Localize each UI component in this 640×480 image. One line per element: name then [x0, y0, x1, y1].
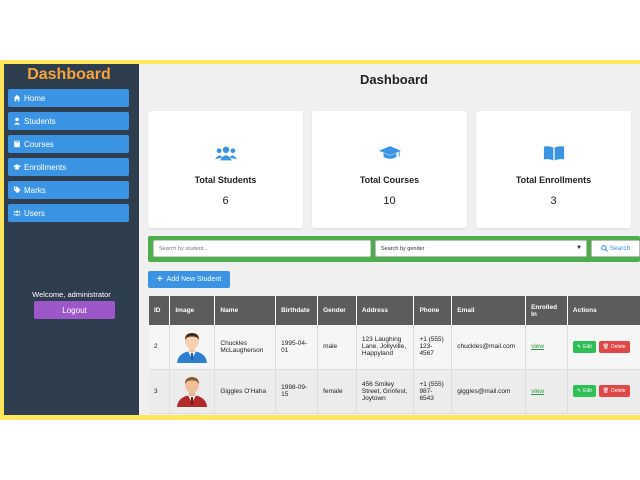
cell-image: [169, 325, 216, 370]
card-value: 10: [383, 195, 396, 207]
sidebar: Dashboard Home Students Courses Enrollme…: [4, 64, 139, 415]
sidebar-item-label: Courses: [24, 139, 54, 149]
edit-button[interactable]: ✎ Edit: [572, 340, 596, 353]
cell-birthdate: 1995-04-01: [275, 325, 319, 370]
search-button[interactable]: Search: [591, 240, 640, 257]
tag-icon: [13, 186, 21, 194]
cell-image: [169, 369, 216, 414]
search-input[interactable]: Search by student...: [153, 240, 371, 257]
gender-select-value: Search by gender: [381, 245, 425, 252]
delete-button[interactable]: 🗑 Delete: [598, 340, 630, 353]
delete-label: Delete: [611, 343, 626, 350]
column-header[interactable]: Name: [214, 296, 277, 325]
welcome-text: Welcome, administrator: [32, 290, 111, 299]
cell-address: 123 Laughing Lane, Jollyville, Happyland: [356, 325, 415, 370]
cell-email: chuckles@mail.com: [451, 325, 527, 370]
card-label: Total Enrollments: [515, 175, 592, 185]
sidebar-item-label: Students: [24, 116, 56, 126]
view-enrollments-link[interactable]: view: [531, 388, 544, 395]
sidebar-item-label: Home: [24, 93, 46, 103]
cell-enrolled: view: [525, 369, 568, 414]
search-icon: [600, 245, 608, 252]
search-button-label: Search: [609, 245, 631, 252]
edit-label: Edit: [583, 388, 592, 394]
user-icon: [13, 117, 21, 125]
gender-select[interactable]: Search by gender ▼: [375, 240, 587, 257]
sidebar-item-courses[interactable]: Courses: [8, 135, 129, 153]
cell-address: 456 Smiley Street, Grinfest, Joytown: [356, 369, 415, 414]
cell-phone: +1 (555) 987-6543: [413, 369, 453, 414]
sidebar-item-enrollments[interactable]: Enrollments: [8, 158, 129, 176]
cell-name: Chuckles McLaugherson: [214, 325, 277, 370]
add-student-label: Add New Student: [166, 276, 222, 283]
sidebar-item-users[interactable]: Users: [8, 204, 129, 222]
male-avatar-blue-suit-icon: [177, 332, 208, 363]
column-header[interactable]: Birthdate: [275, 296, 319, 325]
page-title: Dashboard: [360, 72, 428, 87]
sidebar-item-students[interactable]: Students: [8, 112, 129, 130]
open-book-icon: [543, 146, 564, 161]
column-header[interactable]: Address: [356, 296, 415, 325]
card-label: Total Courses: [359, 175, 420, 185]
chevron-down-icon: ▼: [576, 245, 582, 251]
main-content: Dashboard Total Students 6 Total Courses…: [148, 64, 640, 415]
sidebar-item-home[interactable]: Home: [8, 89, 129, 107]
app-window: Dashboard Home Students Courses Enrollme…: [4, 64, 640, 415]
cell-id: 3: [149, 369, 171, 414]
edit-button[interactable]: ✎ Edit: [572, 385, 596, 397]
sidebar-item-label: Marks: [24, 185, 46, 195]
book-icon: [14, 140, 20, 148]
table-row: 3 Giggles O'Haha 1998-09-15 female 456 S…: [149, 369, 640, 414]
search-bar: Search by student... Search by gender ▼ …: [148, 236, 640, 262]
cell-birthdate: 1998-09-15: [275, 369, 319, 414]
cell-actions: ✎ Edit 🗑 Delete: [567, 369, 640, 414]
graduation-cap-icon: [378, 146, 401, 159]
column-header[interactable]: Email: [451, 296, 527, 325]
cell-enrolled: view: [525, 325, 568, 370]
sidebar-title: Dashboard: [27, 66, 111, 83]
sidebar-item-label: Enrollments: [24, 162, 67, 172]
column-header[interactable]: ID: [149, 296, 171, 325]
card-value: 6: [222, 195, 229, 207]
column-header[interactable]: Gender: [317, 296, 357, 325]
edit-icon: ✎: [576, 343, 582, 350]
male-avatar-red-suit-icon: [177, 377, 208, 407]
card-value: 3: [550, 195, 557, 207]
table-header-row: ID Image Name Birthdate Gender Address P…: [149, 296, 640, 325]
cell-name: Giggles O'Haha: [214, 369, 277, 414]
students-table: ID Image Name Birthdate Gender Address P…: [149, 296, 640, 414]
delete-label: Delete: [611, 388, 626, 394]
card-label: Total Students: [194, 175, 257, 185]
cell-gender: male: [317, 325, 357, 370]
cell-id: 2: [149, 325, 171, 370]
logout-button[interactable]: Logout: [34, 301, 115, 319]
stat-card-students: Total Students 6: [148, 111, 303, 228]
users-icon: [13, 210, 21, 216]
column-header[interactable]: Actions: [567, 296, 640, 325]
home-icon: [13, 94, 21, 102]
users-icon: [214, 146, 237, 161]
trash-icon: 🗑: [602, 343, 610, 350]
sidebar-item-marks[interactable]: Marks: [8, 181, 129, 199]
stat-card-courses: Total Courses 10: [312, 111, 467, 228]
stat-card-enrollments: Total Enrollments 3: [476, 111, 631, 228]
edit-label: Edit: [583, 343, 592, 350]
sidebar-item-label: Users: [24, 208, 45, 218]
graduation-cap-icon: [13, 164, 21, 170]
cell-actions: ✎ Edit 🗑 Delete: [567, 325, 640, 370]
plus-icon: +: [156, 273, 163, 285]
view-enrollments-link[interactable]: view: [531, 343, 544, 350]
cell-gender: female: [317, 369, 357, 414]
table-row: 2 Chuckles McLaugherson 1995-04-01 male …: [149, 325, 640, 370]
column-header[interactable]: Enrolled In: [525, 296, 568, 325]
column-header[interactable]: Phone: [413, 296, 453, 325]
column-header[interactable]: Image: [169, 296, 216, 325]
add-student-button[interactable]: + Add New Student: [148, 271, 230, 288]
delete-button[interactable]: 🗑 Delete: [598, 385, 630, 397]
trash-icon: 🗑: [602, 388, 610, 394]
cell-phone: +1 (555) 123-4567: [413, 325, 453, 370]
edit-icon: ✎: [576, 388, 582, 394]
cell-email: giggles@mail.com: [451, 369, 527, 414]
